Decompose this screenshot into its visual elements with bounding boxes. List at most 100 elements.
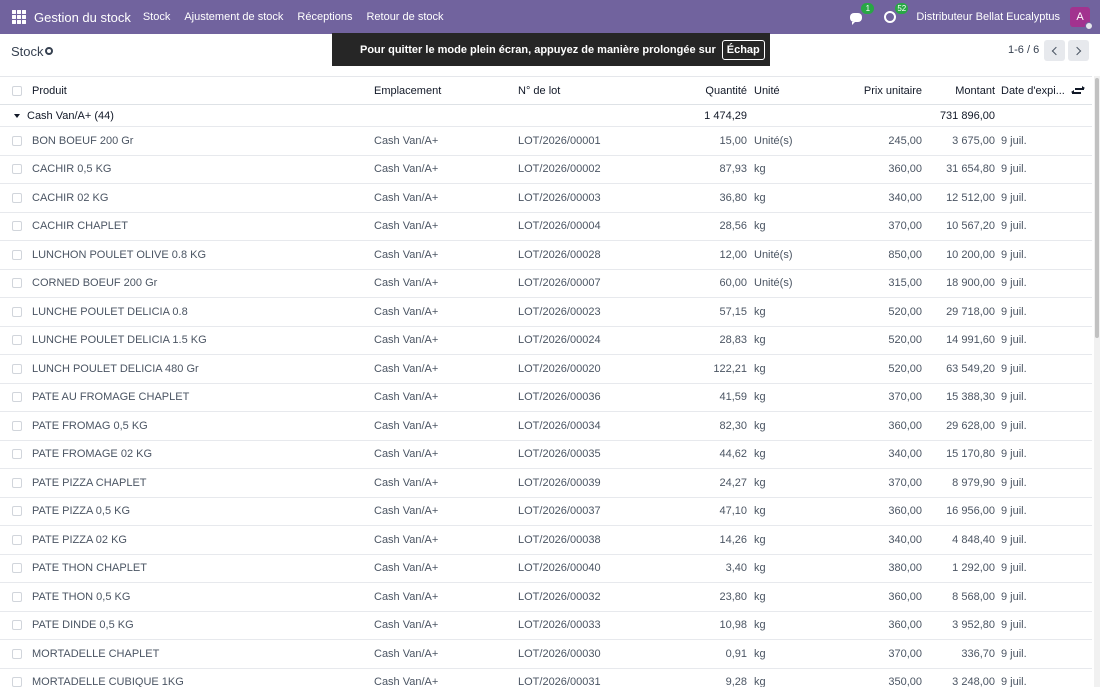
pager-next-button[interactable] [1068, 40, 1089, 61]
column-header-unit-price[interactable]: Prix unitaire [840, 77, 922, 104]
select-all-checkbox[interactable] [12, 85, 22, 96]
row-checkbox[interactable] [12, 648, 22, 659]
column-header-expiry[interactable]: Date d'expi... [1001, 77, 1067, 104]
cell-amount: 16 956,00 [946, 505, 995, 518]
cell-location: Cash Van/A+ [374, 277, 439, 290]
cell-uom: kg [754, 533, 766, 546]
table-row[interactable]: MORTADELLE CUBIQUE 1KG Cash Van/A+ LOT/202… [0, 669, 1092, 687]
row-checkbox[interactable] [12, 677, 22, 687]
table-row[interactable]: LUNCHE POULET DELICIA 1.5 KG Cash Van/A+ L… [0, 327, 1092, 355]
row-checkbox[interactable] [12, 192, 22, 203]
row-checkbox[interactable] [12, 449, 22, 460]
user-avatar[interactable]: A [1070, 7, 1093, 30]
row-checkbox[interactable] [12, 506, 22, 517]
row-checkbox[interactable] [12, 221, 22, 232]
cell-uom: kg [754, 220, 766, 233]
row-checkbox[interactable] [12, 420, 22, 431]
cell-quantity: 47,10 [719, 505, 747, 518]
app-title[interactable]: Gestion du stock [34, 10, 131, 25]
row-checkbox[interactable] [12, 477, 22, 488]
cell-amount: 8 979,90 [952, 476, 995, 489]
optional-columns-icon[interactable] [1071, 86, 1085, 96]
cell-uom: kg [754, 676, 766, 687]
column-header-product[interactable]: Produit [32, 77, 362, 104]
row-checkbox[interactable] [12, 164, 22, 175]
cell-expiry: 9 juil. [1001, 334, 1027, 347]
apps-menu-icon[interactable] [12, 10, 26, 24]
cell-amount: 4 848,40 [952, 533, 995, 546]
menu-receptions[interactable]: Réceptions [297, 11, 352, 23]
cell-product: PATE DINDE 0,5 KG [32, 619, 134, 632]
column-header-location[interactable]: Emplacement [374, 77, 514, 104]
cell-amount: 1 292,00 [952, 562, 995, 575]
table-row[interactable]: CACHIR 02 KG Cash Van/A+ LOT/2026/00003 36,… [0, 184, 1092, 213]
cell-quantity: 82,30 [719, 419, 747, 432]
cell-location: Cash Van/A+ [374, 248, 439, 261]
activities-button[interactable]: 52 [882, 3, 909, 25]
table-row[interactable]: MORTADELLE CHAPLET Cash Van/A+ LOT/2026/00… [0, 640, 1092, 669]
cell-lot: LOT/2026/00003 [518, 191, 601, 204]
column-header-amount[interactable]: Montant [925, 77, 995, 104]
pager-previous-button[interactable] [1044, 40, 1065, 61]
row-checkbox[interactable] [12, 591, 22, 602]
menu-stock-return[interactable]: Retour de stock [366, 11, 443, 23]
table-row[interactable]: PATE PIZZA CHAPLET Cash Van/A+ LOT/2026/00… [0, 469, 1092, 498]
pager-value[interactable]: 1-6 / 6 [1008, 44, 1039, 56]
table-row[interactable]: LUNCHON POULET OLIVE 0.8 KG Cash Van/A+ LO… [0, 241, 1092, 270]
scrollbar-thumb[interactable] [1095, 78, 1099, 338]
cell-quantity: 12,00 [719, 248, 747, 261]
cell-uom: kg [754, 505, 766, 518]
activities-badge: 52 [895, 3, 909, 14]
menu-stock-adjustment[interactable]: Ajustement de stock [184, 11, 283, 23]
stock-list-table: Produit Emplacement N° de lot Quantité U… [0, 76, 1092, 687]
table-row[interactable]: PATE THON CHAPLET Cash Van/A+ LOT/2026/000… [0, 555, 1092, 583]
cell-quantity: 36,80 [719, 191, 747, 204]
fullscreen-notice-text: Pour quitter le mode plein écran, appuye… [360, 43, 716, 56]
table-row[interactable]: PATE FROMAGE 02 KG Cash Van/A+ LOT/2026/00… [0, 441, 1092, 469]
row-checkbox[interactable] [12, 135, 22, 146]
row-checkbox[interactable] [12, 335, 22, 346]
row-checkbox[interactable] [12, 563, 22, 574]
cell-expiry: 9 juil. [1001, 619, 1027, 632]
column-header-uom[interactable]: Unité [754, 77, 834, 104]
table-row[interactable]: BON BOEUF 200 Gr Cash Van/A+ LOT/2026/0000… [0, 127, 1092, 156]
table-row[interactable]: PATE FROMAG 0,5 KG Cash Van/A+ LOT/2026/00… [0, 412, 1092, 441]
gear-icon[interactable] [44, 46, 54, 56]
table-row[interactable]: PATE AU FROMAGE CHAPLET Cash Van/A+ LOT/20… [0, 384, 1092, 412]
row-checkbox[interactable] [12, 249, 22, 260]
table-row[interactable]: PATE THON 0,5 KG Cash Van/A+ LOT/2026/0003… [0, 583, 1092, 612]
column-header-lot[interactable]: N° de lot [518, 77, 668, 104]
cell-quantity: 23,80 [719, 590, 747, 603]
company-switcher[interactable]: Distributeur Bellat Eucalyptus [916, 11, 1060, 23]
cell-unit-price: 370,00 [888, 391, 922, 404]
row-checkbox[interactable] [12, 392, 22, 403]
table-row[interactable]: CORNED BOEUF 200 Gr Cash Van/A+ LOT/2026/0… [0, 270, 1092, 298]
group-row[interactable]: Cash Van/A+ (44) 1 474,29 731 896,00 [0, 105, 1092, 127]
column-header-quantity[interactable]: Quantité [660, 77, 747, 104]
cell-uom: kg [754, 163, 766, 176]
table-row[interactable]: PATE PIZZA 02 KG Cash Van/A+ LOT/2026/0003… [0, 526, 1092, 555]
table-row[interactable]: PATE PIZZA 0,5 KG Cash Van/A+ LOT/2026/000… [0, 498, 1092, 526]
row-checkbox[interactable] [12, 620, 22, 631]
cell-amount: 3 248,00 [952, 676, 995, 687]
table-row[interactable]: LUNCH POULET DELICIA 480 Gr Cash Van/A+ LO… [0, 355, 1092, 384]
cell-location: Cash Van/A+ [374, 590, 439, 603]
table-row[interactable]: PATE DINDE 0,5 KG Cash Van/A+ LOT/2026/000… [0, 612, 1092, 640]
cell-expiry: 9 juil. [1001, 505, 1027, 518]
cell-product: LUNCHON POULET OLIVE 0.8 KG [32, 248, 207, 261]
cell-location: Cash Van/A+ [374, 647, 439, 660]
row-checkbox[interactable] [12, 534, 22, 545]
menu-stock[interactable]: Stock [143, 11, 171, 23]
cell-expiry: 9 juil. [1001, 676, 1027, 687]
cell-amount: 15 170,80 [946, 448, 995, 461]
cell-product: LUNCH POULET DELICIA 480 Gr [32, 362, 199, 375]
row-checkbox[interactable] [12, 278, 22, 289]
cell-product: PATE AU FROMAGE CHAPLET [32, 391, 190, 404]
table-row[interactable]: CACHIR 0,5 KG Cash Van/A+ LOT/2026/00002 87… [0, 156, 1092, 184]
vertical-scrollbar[interactable] [1094, 76, 1100, 687]
row-checkbox[interactable] [12, 363, 22, 374]
table-row[interactable]: LUNCHE POULET DELICIA 0.8 Cash Van/A+ LOT/… [0, 298, 1092, 327]
messages-button[interactable]: 1 [848, 3, 875, 25]
row-checkbox[interactable] [12, 306, 22, 317]
table-row[interactable]: CACHIR CHAPLET Cash Van/A+ LOT/2026/00004 2… [0, 213, 1092, 241]
